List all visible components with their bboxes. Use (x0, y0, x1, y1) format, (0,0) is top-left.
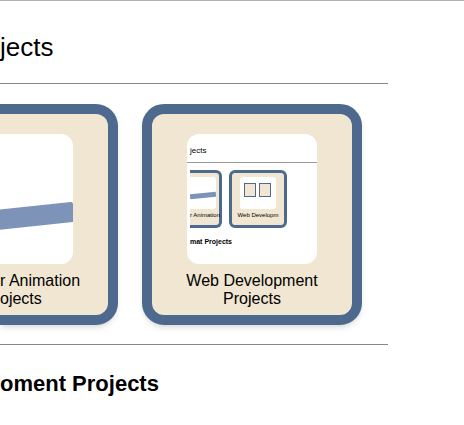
caption-line: r Animation (0, 272, 80, 290)
caption-line: Projects (186, 290, 317, 308)
thumb-card: Web Developm (229, 170, 287, 228)
project-cards: r Animationojectsjectsr AnimationWeb Dev… (0, 104, 388, 345)
thumb-footer: mat Projects (190, 238, 232, 246)
thumb-mini-card (244, 183, 256, 197)
caption-line: Web Development (186, 272, 317, 290)
project-thumbnail[interactable] (0, 134, 73, 264)
thumb-card-image (240, 177, 276, 209)
thumb-card: r Animation (190, 170, 222, 228)
project-caption[interactable]: r Animationojects (0, 272, 80, 308)
thumb-cards: r Animation Web Developm (190, 170, 287, 228)
thumb-card-caption: Web Developm (238, 212, 279, 219)
project-thumbnail[interactable]: jects r Animation Web Developm mat Projects (187, 134, 317, 264)
thumb-divider (187, 162, 317, 163)
section-heading: jects (0, 1, 388, 84)
project-card[interactable]: jects r Animation Web Developm mat Projects… (142, 104, 362, 325)
caption-line: ojects (0, 290, 80, 308)
subsection-heading: oment Projects (0, 370, 388, 398)
project-caption[interactable]: Web DevelopmentProjects (186, 272, 317, 308)
page-content: jectsr Animationojectsjectsr AnimationWe… (0, 1, 388, 398)
thumb-card-caption: r Animation (190, 212, 220, 219)
photo-object (190, 192, 216, 200)
thumb-mini-card (259, 183, 271, 197)
project-card[interactable]: r Animationojects (0, 104, 118, 325)
thumb-card-image (190, 177, 216, 209)
thumb-heading: jects (190, 146, 206, 155)
photo-object (0, 202, 73, 230)
